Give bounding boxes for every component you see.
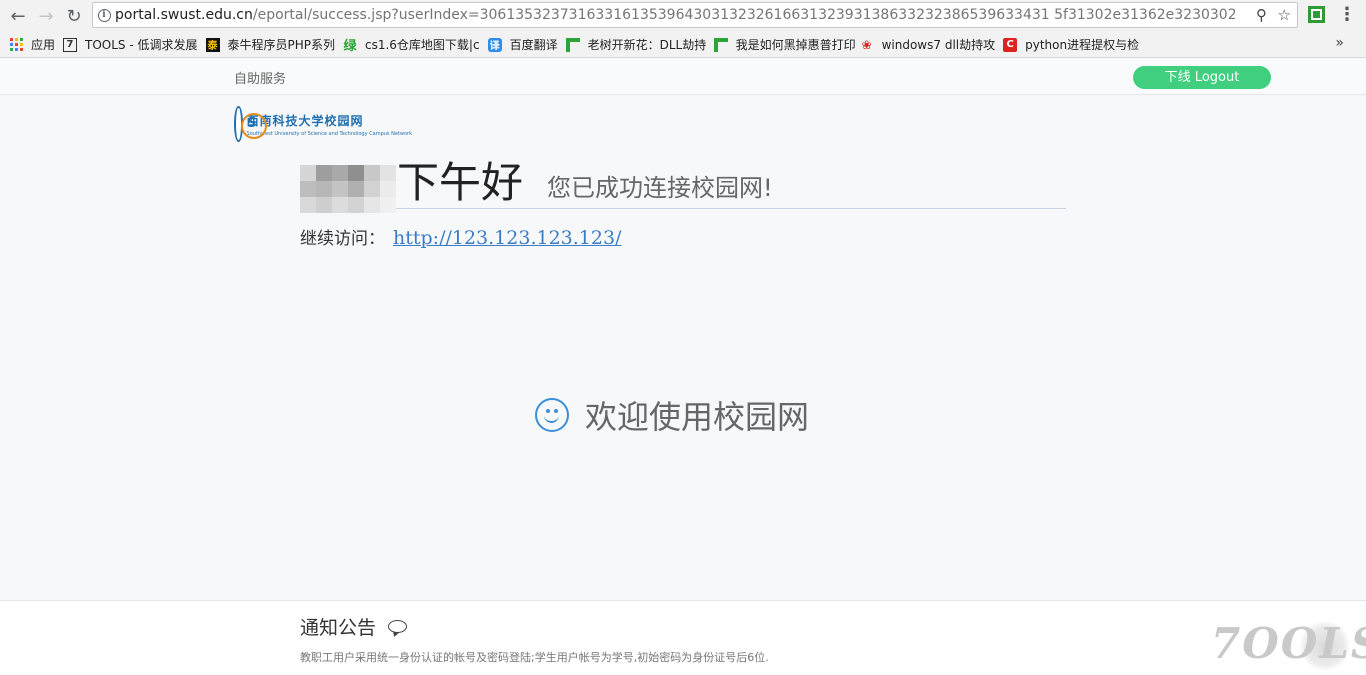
bookmark-taiou[interactable]: 泰 泰牛程序员PHP系列	[202, 33, 340, 57]
tools-watermark: 7OOLS	[1205, 619, 1366, 675]
welcome-block: 欢迎使用校园网	[535, 392, 809, 438]
green-bar-icon	[713, 37, 728, 52]
self-service-link[interactable]: 自助服务	[234, 68, 286, 87]
page-header: 自助服务 下线 Logout	[0, 59, 1366, 95]
bookmark-win7-dll[interactable]: ❀ windows7 dll劫持攻	[856, 33, 1000, 57]
connected-message: 您已成功连接校园网!	[547, 174, 773, 202]
bookmark-baidu-translate[interactable]: 译 百度翻译	[484, 33, 562, 57]
smile-icon	[535, 398, 569, 432]
greeting-word: 下午好	[397, 158, 524, 207]
notice-section: 通知公告 教职工用户采用统一身份认证的帐号及密码登陆;学生用户帐号为学号,初始密…	[0, 600, 1366, 675]
key-icon[interactable]: ⚲	[1256, 6, 1267, 24]
bookmark-dll-hijack[interactable]: 老树开新花：DLL劫持	[562, 33, 710, 57]
school-emblem	[234, 106, 266, 142]
apps-grid-icon	[10, 38, 23, 51]
logo-title: 西南科技大学校园网	[246, 113, 364, 128]
bookmarks-bar: 应用 7 TOOLS - 低调求发展 泰 泰牛程序员PHP系列 绿 cs1.6仓…	[0, 32, 1366, 58]
notice-body: 教职工用户采用统一身份认证的帐号及密码登陆;学生用户帐号为学号,初始密码为身份证…	[300, 651, 769, 664]
url-text[interactable]: portal.swust.edu.cn/eportal/success.jsp?…	[115, 7, 1235, 23]
bookmarks-overflow-icon[interactable]: »	[1335, 35, 1344, 51]
browser-toolbar: ← → ↻ i portal.swust.edu.cn/eportal/succ…	[0, 0, 1366, 32]
continue-link[interactable]: http://123.123.123.123/	[393, 227, 621, 249]
logo-subtitle: Southwest University of Science and Tech…	[246, 130, 412, 137]
bookmark-apps[interactable]: 应用	[6, 33, 59, 57]
star-icon[interactable]: ☆	[1278, 6, 1291, 24]
green-bar-icon	[565, 37, 580, 52]
blurred-username	[300, 165, 396, 213]
school-logo: 西南科技大学校园网 Southwest University of Scienc…	[234, 104, 412, 144]
welcome-text: 欢迎使用校园网	[585, 398, 810, 436]
bookmark-python[interactable]: C python进程提权与检	[999, 33, 1143, 57]
translate-icon: 译	[487, 37, 502, 52]
red-c-icon: C	[1003, 37, 1018, 52]
site-info-icon[interactable]: i	[93, 8, 115, 22]
taiou-icon: 泰	[205, 37, 220, 52]
bookmark-tools[interactable]: 7 TOOLS - 低调求发展	[59, 33, 201, 57]
notice-title: 通知公告	[300, 613, 408, 640]
menu-icon[interactable]: ⋮	[1338, 4, 1356, 25]
logout-button[interactable]: 下线 Logout	[1133, 66, 1271, 89]
address-bar[interactable]: i portal.swust.edu.cn/eportal/success.js…	[92, 2, 1298, 28]
red-seal-icon: ❀	[861, 37, 872, 52]
tools-icon: 7	[63, 37, 78, 52]
bookmark-hp-printer[interactable]: 我是如何黑掉惠普打印	[710, 33, 856, 57]
greeting-block: 下午好 您已成功连接校园网!	[300, 157, 1066, 213]
green-icon: 绿	[343, 39, 357, 54]
comment-bubble-icon	[388, 620, 408, 633]
bookmark-cs16[interactable]: 绿 cs1.6仓库地图下载|c	[339, 33, 484, 57]
portal-page: 自助服务 下线 Logout 西南科技大学校园网 Southwest Unive…	[0, 59, 1366, 675]
back-icon[interactable]: ←	[4, 2, 32, 30]
extension-icon[interactable]	[1308, 6, 1325, 23]
reload-icon[interactable]: ↻	[60, 2, 88, 30]
continue-row: 继续访问： http://123.123.123.123/	[300, 224, 621, 249]
continue-label: 继续访问：	[300, 229, 385, 249]
forward-icon[interactable]: →	[32, 2, 60, 30]
